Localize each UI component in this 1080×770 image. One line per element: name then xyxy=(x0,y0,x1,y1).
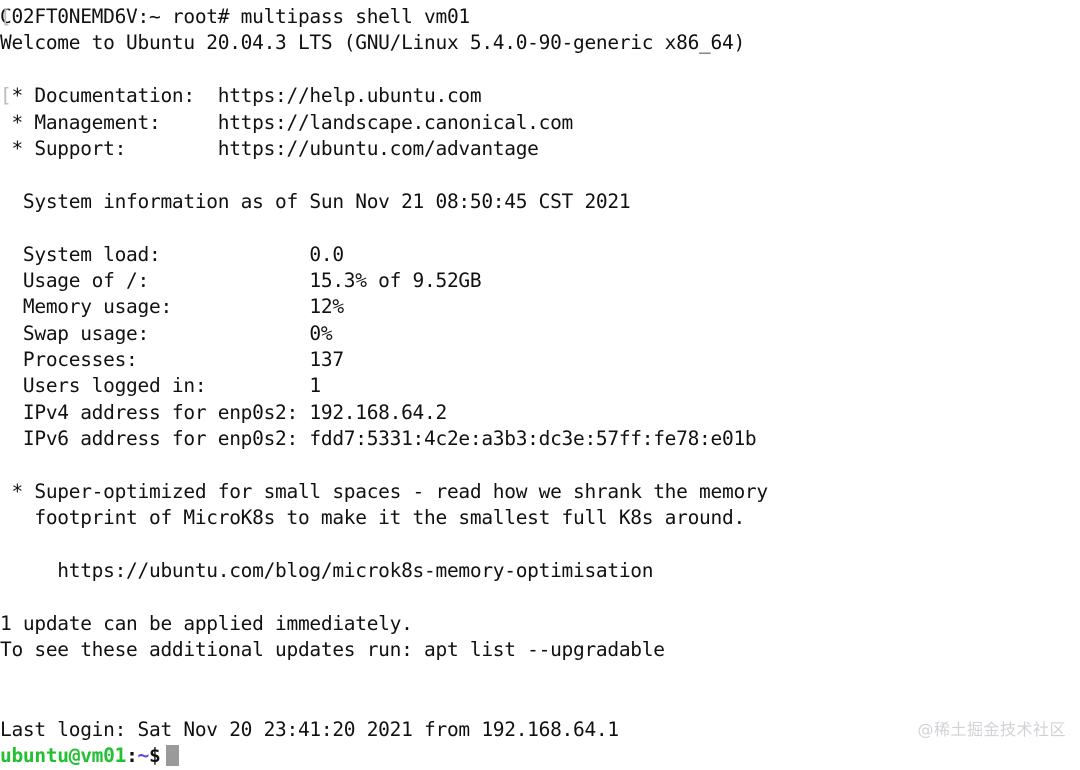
prompt-colon: : xyxy=(126,743,138,767)
left-edge-clipped-bracket-artifact-top: [ xyxy=(0,5,12,28)
support-link-line: * Support: https://ubuntu.com/advantage xyxy=(0,136,539,160)
system-info-row: System load: 0.0 xyxy=(0,242,344,266)
left-edge-clipped-bracket-artifact-second: [ xyxy=(0,84,12,108)
watermark: @稀土掘金技术社区 xyxy=(917,719,1066,739)
promo-line-1: * Super-optimized for small spaces - rea… xyxy=(0,480,768,504)
system-information-header: System information as of Sun Nov 21 08:5… xyxy=(0,189,631,213)
shell-prompt-line[interactable]: ubuntu@vm01:~$ xyxy=(0,743,1080,769)
prompt-user-host: ubuntu@vm01 xyxy=(0,743,127,767)
updates-command-line: To see these additional updates run: apt… xyxy=(0,638,665,662)
updates-available-line: 1 update can be applied immediately. xyxy=(0,611,413,635)
documentation-link-line: * Documentation: https://help.ubuntu.com xyxy=(0,84,482,108)
system-info-row: Swap usage: 0% xyxy=(0,321,333,345)
system-info-row: Processes: 137 xyxy=(0,348,344,372)
welcome-line: Welcome to Ubuntu 20.04.3 LTS (GNU/Linux… xyxy=(0,31,745,55)
system-info-row: IPv4 address for enp0s2: 192.168.64.2 xyxy=(0,400,447,424)
text-cursor[interactable] xyxy=(166,744,180,766)
system-info-row: IPv6 address for enp0s2: fdd7:5331:4c2e:… xyxy=(0,427,757,451)
terminal-window[interactable]: [ [ C02FT0NEMD6V:~ root# multipass shell… xyxy=(0,0,1080,770)
promo-line-2: footprint of MicroK8s to make it the sma… xyxy=(0,506,745,530)
prompt-working-directory: ~ xyxy=(137,743,150,767)
host-shell-prompt-line: C02FT0NEMD6V:~ root# multipass shell vm0… xyxy=(0,5,470,28)
system-info-row: Usage of /: 15.3% of 9.52GB xyxy=(0,268,482,292)
prompt-symbol: $ xyxy=(149,743,161,767)
management-link-line: * Management: https://landscape.canonica… xyxy=(0,110,573,134)
promo-url-line: https://ubuntu.com/blog/microk8s-memory-… xyxy=(0,559,654,583)
system-info-row: Memory usage: 12% xyxy=(0,295,344,319)
system-info-row: Users logged in: 1 xyxy=(0,374,321,398)
